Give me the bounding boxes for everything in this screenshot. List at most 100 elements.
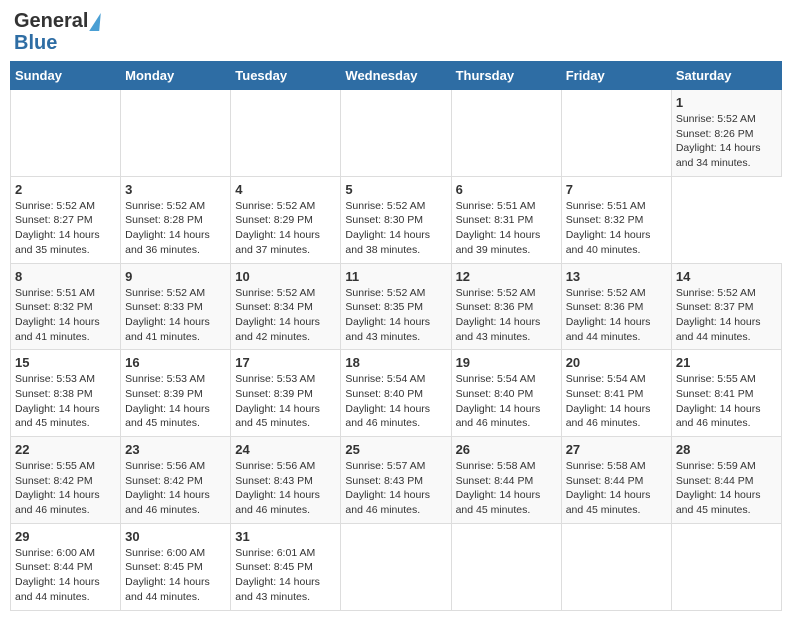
calendar-cell: 9 Sunrise: 5:52 AM Sunset: 8:33 PM Dayli… xyxy=(121,263,231,350)
sunset: Sunset: 8:36 PM xyxy=(566,301,644,313)
sunset: Sunset: 8:41 PM xyxy=(566,388,644,400)
calendar-cell: 13 Sunrise: 5:52 AM Sunset: 8:36 PM Dayl… xyxy=(561,263,671,350)
day-info: Sunrise: 5:52 AM Sunset: 8:29 PM Dayligh… xyxy=(235,199,336,258)
sunset: Sunset: 8:40 PM xyxy=(345,388,423,400)
header-saturday: Saturday xyxy=(671,62,781,90)
sunset: Sunset: 8:36 PM xyxy=(456,301,534,313)
day-number: 20 xyxy=(566,355,667,370)
daylight: Daylight: 14 hours and 44 minutes. xyxy=(125,576,210,603)
sunrise: Sunrise: 5:55 AM xyxy=(15,460,95,472)
daylight: Daylight: 14 hours and 44 minutes. xyxy=(15,576,100,603)
sunset: Sunset: 8:44 PM xyxy=(456,475,534,487)
day-number: 16 xyxy=(125,355,226,370)
calendar-cell: 15 Sunrise: 5:53 AM Sunset: 8:38 PM Dayl… xyxy=(11,350,121,437)
daylight: Daylight: 14 hours and 40 minutes. xyxy=(566,229,651,256)
sunrise: Sunrise: 5:52 AM xyxy=(125,287,205,299)
calendar-cell xyxy=(11,90,121,177)
day-number: 5 xyxy=(345,182,446,197)
calendar-cell: 26 Sunrise: 5:58 AM Sunset: 8:44 PM Dayl… xyxy=(451,437,561,524)
calendar-cell: 22 Sunrise: 5:55 AM Sunset: 8:42 PM Dayl… xyxy=(11,437,121,524)
day-number: 25 xyxy=(345,442,446,457)
day-number: 7 xyxy=(566,182,667,197)
daylight: Daylight: 14 hours and 38 minutes. xyxy=(345,229,430,256)
day-info: Sunrise: 5:56 AM Sunset: 8:43 PM Dayligh… xyxy=(235,459,336,518)
calendar-header-row: SundayMondayTuesdayWednesdayThursdayFrid… xyxy=(11,62,782,90)
day-info: Sunrise: 5:54 AM Sunset: 8:40 PM Dayligh… xyxy=(345,372,446,431)
header-tuesday: Tuesday xyxy=(231,62,341,90)
sunrise: Sunrise: 5:56 AM xyxy=(125,460,205,472)
sunrise: Sunrise: 6:01 AM xyxy=(235,547,315,559)
day-info: Sunrise: 6:00 AM Sunset: 8:45 PM Dayligh… xyxy=(125,546,226,605)
daylight: Daylight: 14 hours and 35 minutes. xyxy=(15,229,100,256)
calendar-cell: 31 Sunrise: 6:01 AM Sunset: 8:45 PM Dayl… xyxy=(231,523,341,610)
daylight: Daylight: 14 hours and 45 minutes. xyxy=(566,489,651,516)
sunset: Sunset: 8:32 PM xyxy=(566,214,644,226)
day-number: 9 xyxy=(125,269,226,284)
day-number: 31 xyxy=(235,529,336,544)
day-info: Sunrise: 5:52 AM Sunset: 8:35 PM Dayligh… xyxy=(345,286,446,345)
sunrise: Sunrise: 5:56 AM xyxy=(235,460,315,472)
day-number: 24 xyxy=(235,442,336,457)
sunset: Sunset: 8:38 PM xyxy=(15,388,93,400)
calendar-cell xyxy=(341,90,451,177)
calendar-week-row: 22 Sunrise: 5:55 AM Sunset: 8:42 PM Dayl… xyxy=(11,437,782,524)
day-info: Sunrise: 5:54 AM Sunset: 8:41 PM Dayligh… xyxy=(566,372,667,431)
calendar-cell: 1 Sunrise: 5:52 AM Sunset: 8:26 PM Dayli… xyxy=(671,90,781,177)
day-number: 13 xyxy=(566,269,667,284)
sunrise: Sunrise: 5:52 AM xyxy=(15,200,95,212)
sunset: Sunset: 8:42 PM xyxy=(15,475,93,487)
sunset: Sunset: 8:28 PM xyxy=(125,214,203,226)
day-info: Sunrise: 5:55 AM Sunset: 8:42 PM Dayligh… xyxy=(15,459,116,518)
daylight: Daylight: 14 hours and 46 minutes. xyxy=(125,489,210,516)
calendar-cell: 24 Sunrise: 5:56 AM Sunset: 8:43 PM Dayl… xyxy=(231,437,341,524)
sunrise: Sunrise: 5:54 AM xyxy=(345,373,425,385)
calendar-cell: 19 Sunrise: 5:54 AM Sunset: 8:40 PM Dayl… xyxy=(451,350,561,437)
day-number: 18 xyxy=(345,355,446,370)
daylight: Daylight: 14 hours and 43 minutes. xyxy=(235,576,320,603)
day-info: Sunrise: 5:56 AM Sunset: 8:42 PM Dayligh… xyxy=(125,459,226,518)
day-info: Sunrise: 5:51 AM Sunset: 8:31 PM Dayligh… xyxy=(456,199,557,258)
calendar-cell: 6 Sunrise: 5:51 AM Sunset: 8:31 PM Dayli… xyxy=(451,176,561,263)
header-thursday: Thursday xyxy=(451,62,561,90)
sunset: Sunset: 8:39 PM xyxy=(235,388,313,400)
day-number: 23 xyxy=(125,442,226,457)
calendar-week-row: 8 Sunrise: 5:51 AM Sunset: 8:32 PM Dayli… xyxy=(11,263,782,350)
day-info: Sunrise: 5:55 AM Sunset: 8:41 PM Dayligh… xyxy=(676,372,777,431)
calendar-cell: 11 Sunrise: 5:52 AM Sunset: 8:35 PM Dayl… xyxy=(341,263,451,350)
day-number: 19 xyxy=(456,355,557,370)
day-number: 1 xyxy=(676,95,777,110)
day-info: Sunrise: 5:54 AM Sunset: 8:40 PM Dayligh… xyxy=(456,372,557,431)
calendar-cell xyxy=(341,523,451,610)
day-number: 21 xyxy=(676,355,777,370)
sunset: Sunset: 8:44 PM xyxy=(566,475,644,487)
calendar-table: SundayMondayTuesdayWednesdayThursdayFrid… xyxy=(10,61,782,611)
calendar-cell: 10 Sunrise: 5:52 AM Sunset: 8:34 PM Dayl… xyxy=(231,263,341,350)
calendar-week-row: 15 Sunrise: 5:53 AM Sunset: 8:38 PM Dayl… xyxy=(11,350,782,437)
daylight: Daylight: 14 hours and 46 minutes. xyxy=(676,403,761,430)
day-number: 17 xyxy=(235,355,336,370)
sunrise: Sunrise: 5:51 AM xyxy=(15,287,95,299)
calendar-cell: 23 Sunrise: 5:56 AM Sunset: 8:42 PM Dayl… xyxy=(121,437,231,524)
day-number: 6 xyxy=(456,182,557,197)
day-number: 3 xyxy=(125,182,226,197)
header-monday: Monday xyxy=(121,62,231,90)
sunset: Sunset: 8:41 PM xyxy=(676,388,754,400)
sunrise: Sunrise: 5:53 AM xyxy=(125,373,205,385)
day-info: Sunrise: 5:53 AM Sunset: 8:39 PM Dayligh… xyxy=(235,372,336,431)
sunrise: Sunrise: 5:53 AM xyxy=(15,373,95,385)
day-number: 22 xyxy=(15,442,116,457)
day-info: Sunrise: 5:52 AM Sunset: 8:36 PM Dayligh… xyxy=(566,286,667,345)
sunrise: Sunrise: 6:00 AM xyxy=(125,547,205,559)
sunrise: Sunrise: 5:54 AM xyxy=(456,373,536,385)
daylight: Daylight: 14 hours and 34 minutes. xyxy=(676,142,761,169)
day-number: 30 xyxy=(125,529,226,544)
page-header: General Blue xyxy=(10,10,782,53)
day-number: 14 xyxy=(676,269,777,284)
sunrise: Sunrise: 5:51 AM xyxy=(456,200,536,212)
logo-general: General xyxy=(14,10,88,33)
day-number: 27 xyxy=(566,442,667,457)
sunset: Sunset: 8:40 PM xyxy=(456,388,534,400)
day-info: Sunrise: 5:57 AM Sunset: 8:43 PM Dayligh… xyxy=(345,459,446,518)
sunrise: Sunrise: 5:53 AM xyxy=(235,373,315,385)
calendar-cell xyxy=(121,90,231,177)
